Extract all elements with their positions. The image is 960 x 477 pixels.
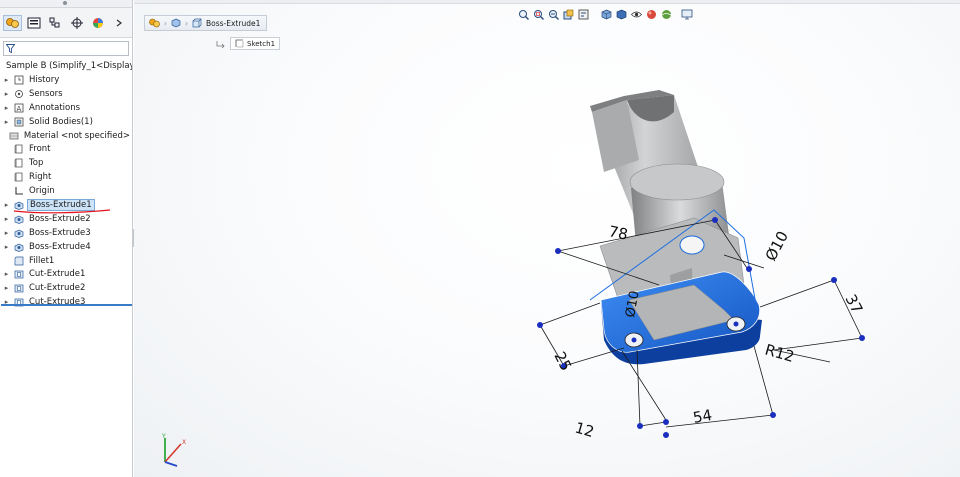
- material-icon: [9, 130, 19, 141]
- dim-78[interactable]: 78: [607, 222, 629, 243]
- tree-item-label: Material <not specified>: [23, 130, 130, 141]
- expand-arrow-icon[interactable]: ▸: [0, 104, 13, 112]
- tree-item[interactable]: ▸ Solid Bodies(1): [0, 115, 132, 129]
- model-view: 78 Ø10 Ø10 37 25 R12 12 54: [537, 90, 866, 442]
- tree-item-label: Boss-Extrude3: [29, 227, 91, 238]
- dim-37[interactable]: 37: [841, 291, 866, 316]
- expand-arrow-icon[interactable]: ▸: [0, 229, 13, 237]
- tree-root-label: Sample B (Simplify_1<Display: [6, 61, 132, 71]
- tree-item-label: Boss-Extrude1: [27, 198, 95, 211]
- triad-y-label: Y: [161, 433, 166, 440]
- reference-triad[interactable]: Y X: [155, 432, 195, 472]
- tree-item-label: Annotations: [29, 102, 81, 113]
- tree-item-label: Cut-Extrude1: [29, 269, 86, 280]
- expand-arrow-icon[interactable]: ▸: [0, 90, 13, 98]
- feature-manager-icon: [5, 17, 19, 28]
- tab-feature-manager[interactable]: [3, 14, 23, 31]
- tab-property-manager[interactable]: [24, 15, 43, 31]
- cut-icon: [13, 297, 24, 308]
- tree-item-label: Sensors: [29, 88, 63, 99]
- feature-tree: ▸ History ▸ Sensors ▸ A Annotations ▸ Solid Bodi…: [0, 73, 132, 309]
- tree-item-label: Solid Bodies(1): [29, 116, 93, 127]
- tree-root-part[interactable]: Sample B (Simplify_1<Display: [0, 59, 132, 73]
- tree-item[interactable]: Top: [0, 156, 132, 170]
- panel-collapse-bar[interactable]: [0, 0, 132, 8]
- history-icon: [13, 74, 24, 85]
- expand-arrow-icon[interactable]: ▸: [0, 201, 13, 209]
- tree-item[interactable]: Front: [0, 142, 132, 156]
- tree-filter-row: [0, 38, 132, 58]
- property-manager-icon: [27, 17, 41, 28]
- fillet-icon: [13, 255, 24, 266]
- tree-item-label: Boss-Extrude2: [29, 213, 91, 224]
- expand-arrow-icon[interactable]: ▸: [0, 118, 13, 126]
- dim-54[interactable]: 54: [692, 406, 714, 427]
- grip-icon: [63, 1, 67, 5]
- origin-icon: [13, 186, 24, 197]
- extrude-icon: [13, 241, 24, 252]
- dim-dia10-top[interactable]: Ø10: [762, 228, 792, 264]
- cut-icon: [13, 269, 24, 280]
- dim-12[interactable]: 12: [573, 419, 596, 442]
- tab-dimxpert-manager[interactable]: [67, 15, 86, 31]
- tree-item[interactable]: ▸ Cut-Extrude1: [0, 267, 132, 281]
- sensors-icon: [13, 88, 24, 99]
- tree-item-label: Top: [29, 158, 44, 169]
- tree-item-label: Cut-Extrude2: [29, 283, 86, 294]
- tree-item[interactable]: ▸ Boss-Extrude2: [0, 212, 132, 226]
- expand-arrow-icon[interactable]: ▸: [0, 270, 13, 278]
- tree-item[interactable]: ▸ History: [0, 73, 132, 87]
- expand-arrow-icon[interactable]: ▸: [0, 243, 13, 251]
- x-axis-icon: [164, 443, 182, 463]
- tree-item[interactable]: Material <not specified>: [0, 129, 132, 143]
- chevron-right-icon: [116, 19, 123, 26]
- svg-text:A: A: [16, 105, 21, 113]
- plane-icon: [13, 144, 24, 155]
- tab-more[interactable]: [110, 15, 129, 31]
- tree-item-label: History: [29, 74, 60, 85]
- tree-item-label: Boss-Extrude4: [29, 241, 91, 252]
- tree-item[interactable]: Fillet1: [0, 254, 132, 268]
- tree-rollback-bar[interactable]: [1, 304, 132, 306]
- z-axis-icon: [164, 461, 178, 467]
- expand-arrow-icon[interactable]: ▸: [0, 76, 13, 84]
- feature-manager-panel: Sample B (Simplify_1<Display ▸ History ▸ Se…: [0, 0, 133, 477]
- plane-icon: [13, 172, 24, 183]
- dimxpert-icon: [70, 16, 83, 29]
- tree-item-label: Front: [29, 144, 51, 155]
- dim-r12[interactable]: R12: [763, 341, 796, 366]
- tree-item[interactable]: ▸ A Annotations: [0, 101, 132, 115]
- expand-arrow-icon[interactable]: ▸: [0, 284, 13, 292]
- cut-icon: [13, 283, 24, 294]
- plane-icon: [13, 158, 24, 169]
- tab-display-manager[interactable]: [88, 15, 107, 31]
- panel-tabs: [0, 8, 132, 38]
- tree-filter-input[interactable]: [3, 40, 129, 56]
- solid-bodies-icon: [13, 116, 24, 127]
- annotations-icon: A: [13, 102, 24, 113]
- extrude-icon: [13, 213, 24, 224]
- extrude-icon: [13, 227, 24, 238]
- tree-item[interactable]: Origin: [0, 184, 132, 198]
- expand-arrow-icon[interactable]: ▸: [0, 215, 13, 223]
- dim-25[interactable]: 25: [550, 349, 575, 374]
- tree-item-label: Origin: [29, 186, 55, 197]
- tree-item-label: Right: [29, 172, 52, 183]
- tree-item[interactable]: ▸ Sensors: [0, 87, 132, 101]
- tree-item[interactable]: ▸ Boss-Extrude1: [0, 198, 132, 212]
- tree-item[interactable]: Right: [0, 170, 132, 184]
- tree-item[interactable]: ▸ Boss-Extrude4: [0, 240, 132, 254]
- tab-configuration-manager[interactable]: [46, 15, 65, 31]
- display-manager-icon: [92, 17, 103, 28]
- filter-funnel-icon: [6, 43, 15, 53]
- tree-item-label: Fillet1: [29, 255, 55, 266]
- triad-x-label: X: [182, 439, 186, 446]
- configuration-manager-icon: [49, 17, 60, 27]
- tree-item[interactable]: ▸ Cut-Extrude3: [0, 295, 132, 309]
- tree-item[interactable]: ▸ Cut-Extrude2: [0, 281, 132, 295]
- extrude-icon: [13, 199, 24, 210]
- tree-item[interactable]: ▸ Boss-Extrude3: [0, 226, 132, 240]
